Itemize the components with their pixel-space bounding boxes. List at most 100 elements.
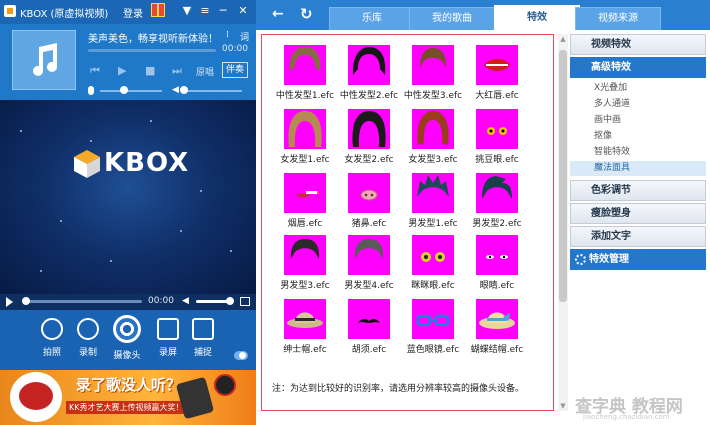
- refresh-icon[interactable]: ↻: [300, 5, 313, 23]
- seek-handle[interactable]: [22, 297, 30, 305]
- effect-name: 眯眯眼.efc: [411, 281, 455, 291]
- eyes-small-icon: [486, 255, 508, 259]
- sidebar-section-advanced-effects[interactable]: 高级特效: [570, 57, 706, 78]
- effect-item[interactable]: 蝴蝶结帽.efc: [465, 299, 529, 359]
- hat-bow-icon: [479, 312, 515, 329]
- effect-item[interactable]: 蓝色眼镜.efc: [401, 299, 465, 359]
- effect-item[interactable]: 胡须.efc: [337, 299, 401, 359]
- volume-icon[interactable]: ◀: [182, 296, 189, 306]
- tab-video-source[interactable]: 视频来源: [575, 7, 661, 30]
- sidebar-item-smart-effects[interactable]: 智能特效: [570, 145, 706, 160]
- effect-name: 绅士帽.efc: [283, 345, 327, 355]
- more-icon[interactable]: ⁞: [226, 30, 240, 40]
- effect-name: 男发型4.efc: [344, 281, 394, 291]
- record-button[interactable]: 录制: [70, 318, 106, 358]
- photo-button[interactable]: 拍照: [34, 318, 70, 358]
- tab-effects[interactable]: 特效: [494, 5, 580, 30]
- effect-item[interactable]: 女发型1.efc: [273, 109, 337, 169]
- scrollbar-thumb[interactable]: [559, 50, 567, 302]
- close-icon[interactable]: ✕: [236, 4, 250, 18]
- play-icon[interactable]: ▶: [118, 64, 126, 77]
- effect-item[interactable]: 中性发型1.efc: [273, 45, 337, 105]
- sidebar-section-add-text[interactable]: 添加文字: [570, 226, 706, 247]
- tab-library[interactable]: 乐库: [329, 7, 415, 30]
- sidebar-section-color[interactable]: 色彩调节: [570, 180, 706, 201]
- tool-toggle[interactable]: [234, 351, 248, 360]
- effect-name: 中性发型2.efc: [339, 91, 399, 101]
- mic-volume-slider[interactable]: [100, 90, 162, 92]
- now-playing: 美声美色，畅享视听新体验！ ⁞ 词 00:00 ⏮ ▶ ■ ⏭ 原唱 伴奏 ◀: [0, 24, 256, 100]
- sidebar-section-slimming[interactable]: 瘦脸塑身: [570, 203, 706, 224]
- music-note-icon: [33, 43, 57, 76]
- fullscreen-icon[interactable]: [240, 297, 250, 306]
- webcam-button[interactable]: 摄像头: [109, 315, 145, 361]
- effect-item[interactable]: 女发型3.efc: [401, 109, 465, 169]
- scroll-down-icon[interactable]: ▼: [558, 401, 568, 411]
- screen-record-button[interactable]: 录屏: [150, 318, 186, 358]
- effect-item[interactable]: 眼睛.efc: [465, 235, 529, 295]
- effect-item[interactable]: 烟唇.efc: [273, 173, 337, 233]
- stop-icon[interactable]: ■: [145, 64, 155, 77]
- hair-man-dark-icon: [290, 239, 320, 259]
- music-volume-slider[interactable]: [182, 90, 242, 92]
- prev-icon[interactable]: ⏮: [90, 64, 100, 78]
- app-logo: [4, 5, 16, 17]
- gift-icon[interactable]: [151, 3, 165, 17]
- sidebar-item-magic-mask[interactable]: 魔法面具: [570, 161, 706, 176]
- effect-item[interactable]: 大红唇.efc: [465, 45, 529, 105]
- effect-item[interactable]: 中性发型2.efc: [337, 45, 401, 105]
- effect-item[interactable]: 挑豆眼.efc: [465, 109, 529, 169]
- effect-item[interactable]: 男发型4.efc: [337, 235, 401, 295]
- scroll-up-icon[interactable]: ▲: [558, 34, 568, 44]
- ad-banner[interactable]: 录了歌没人听？ KK秀才艺大赛上传视频赢大奖！: [0, 370, 256, 425]
- volume-handle[interactable]: [226, 297, 234, 305]
- login-link[interactable]: 登录: [123, 5, 143, 20]
- cigarette-icon: [296, 191, 319, 198]
- next-icon[interactable]: ⏭: [172, 64, 182, 78]
- effect-name: 男发型1.efc: [408, 219, 458, 229]
- video-preview: KBOX: [0, 100, 256, 294]
- player-panel: KBOX (原虚拟视频) 登录 ▼ ≡ ─ ✕ 美声美色，畅享视听新体验！ ⁞ …: [0, 0, 256, 425]
- sidebar-item-xray[interactable]: X光叠加: [570, 81, 706, 96]
- effect-name: 胡须.efc: [351, 345, 387, 355]
- glasses-blue-icon: [416, 314, 450, 327]
- effect-item[interactable]: 猪鼻.efc: [337, 173, 401, 233]
- sidebar-item-pip[interactable]: 画中画: [570, 113, 706, 128]
- capture-button[interactable]: 捕捉: [185, 318, 221, 358]
- effect-item[interactable]: 男发型3.efc: [273, 235, 337, 295]
- hair-long-light-icon: [288, 111, 322, 147]
- effect-item[interactable]: 绅士帽.efc: [273, 299, 337, 359]
- seek-bar[interactable]: [22, 300, 142, 303]
- sidebar-section-video-effects[interactable]: 视频特效: [570, 34, 706, 55]
- back-arrow-icon[interactable]: ←: [272, 6, 284, 22]
- effect-item[interactable]: 男发型2.efc: [465, 173, 529, 233]
- effect-item[interactable]: 眯眯眼.efc: [401, 235, 465, 295]
- hair-punk-teal2-icon: [482, 176, 512, 199]
- skin-icon[interactable]: ▼: [180, 4, 194, 18]
- eyes-yellow-icon: [487, 127, 507, 135]
- accompaniment-toggle[interactable]: 伴奏: [222, 62, 249, 78]
- sidebar-section-effect-manage[interactable]: 特效管理: [570, 249, 706, 270]
- mic-volume-handle[interactable]: [120, 86, 128, 94]
- singing-mouth-image: [10, 372, 62, 422]
- original-vocal-toggle[interactable]: 原唱: [196, 65, 214, 78]
- effect-thumbnail: [348, 235, 390, 275]
- sidebar-item-multi-channel[interactable]: 多人通道: [570, 97, 706, 112]
- watermark-subtext: jiaocheng.chazidian.com: [583, 413, 670, 421]
- sidebar-item-keying[interactable]: 抠像: [570, 129, 706, 144]
- lyric-button[interactable]: 词: [240, 30, 249, 43]
- record-label: 录制: [78, 348, 97, 358]
- tool-bar: 拍照 录制 摄像头 录屏 捕捉: [0, 310, 256, 370]
- screen-record-icon: [157, 318, 179, 340]
- music-volume-handle[interactable]: [180, 86, 188, 94]
- minimize-icon[interactable]: ─: [216, 4, 230, 18]
- play-icon[interactable]: [6, 297, 13, 307]
- menu-icon[interactable]: ≡: [198, 4, 212, 18]
- effect-item[interactable]: 中性发型3.efc: [401, 45, 465, 105]
- song-progress[interactable]: [88, 49, 216, 52]
- mic-icon: [88, 86, 94, 95]
- hair-punk-teal-icon: [417, 175, 449, 197]
- effect-item[interactable]: 女发型2.efc: [337, 109, 401, 169]
- tab-my-songs[interactable]: 我的歌曲: [409, 7, 495, 30]
- effect-item[interactable]: 男发型1.efc: [401, 173, 465, 233]
